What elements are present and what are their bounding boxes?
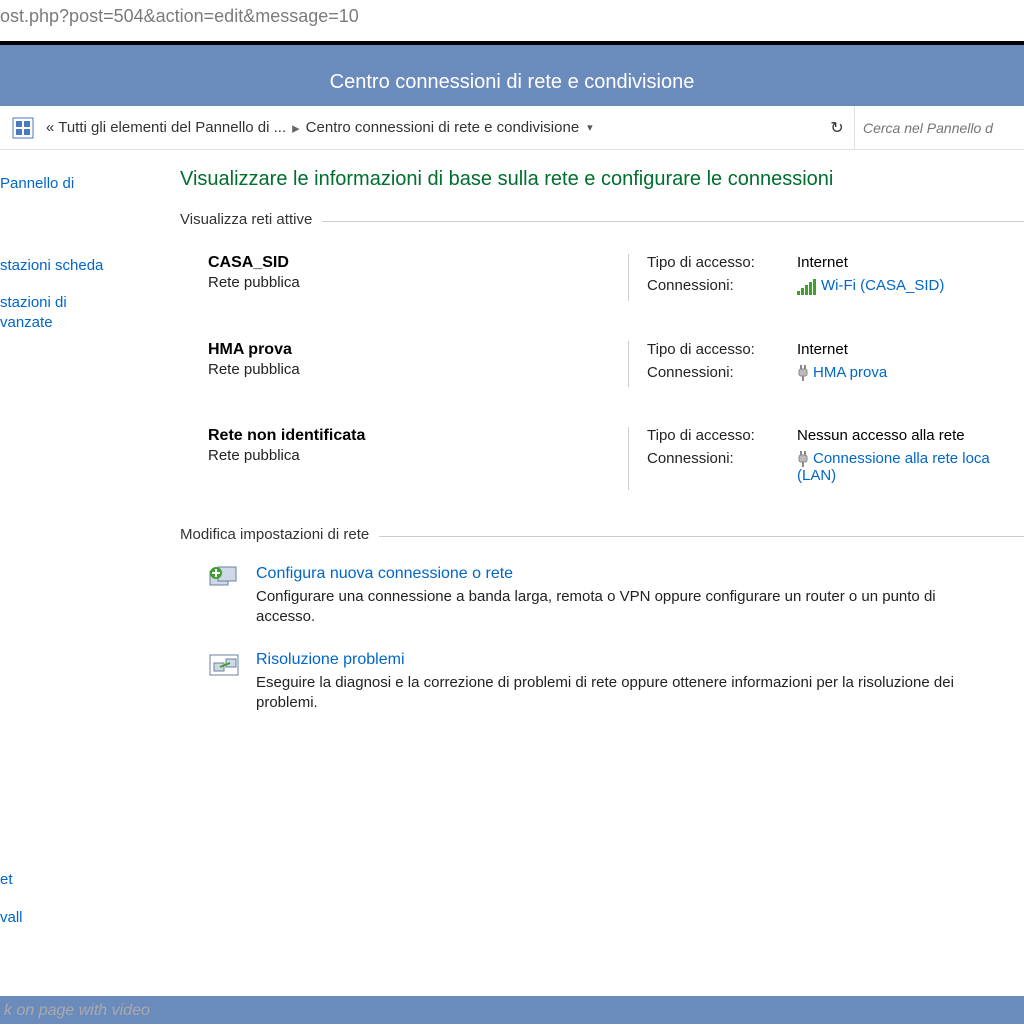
- access-type-value: Internet: [797, 341, 1024, 358]
- settings-link[interactable]: Risoluzione problemi: [256, 651, 405, 668]
- connections-label: Connessioni:: [647, 364, 797, 381]
- network-name: HMA prova: [208, 341, 628, 361]
- network-name: Rete non identificata: [208, 427, 628, 447]
- location-icon: [8, 113, 38, 143]
- access-type-value: Nessun accesso alla rete: [797, 427, 1024, 444]
- network-add-icon: [208, 565, 256, 628]
- sidebar-item-vall[interactable]: vall: [0, 908, 168, 928]
- sidebar: Pannello di stazioni scheda stazioni di …: [0, 150, 180, 1030]
- connection-link[interactable]: Connessione alla rete loca (LAN): [797, 450, 990, 484]
- network-settings-section-header: Modifica impostazioni di rete: [180, 526, 1024, 543]
- page-footer-text: k on page with video: [4, 1002, 150, 1020]
- sidebar-item-control-panel[interactable]: Pannello di: [0, 174, 168, 194]
- address-bar-row: « Tutti gli elementi del Pannello di ...…: [0, 106, 1024, 150]
- access-type-label: Tipo di accesso:: [647, 254, 797, 271]
- sidebar-item-advanced-settings[interactable]: stazioni di vanzate: [0, 293, 168, 332]
- connections-label: Connessioni:: [647, 277, 797, 295]
- access-type-value: Internet: [797, 254, 1024, 271]
- settings-entry: Risoluzione problemiEseguire la diagnosi…: [180, 651, 1024, 738]
- active-networks-section-header: Visualizza reti attive: [180, 211, 1024, 228]
- breadcrumb-root[interactable]: « Tutti gli elementi del Pannello di ...: [46, 119, 286, 136]
- chevron-down-icon[interactable]: ▾: [587, 121, 593, 134]
- page-heading: Visualizzare le informazioni di base sul…: [180, 168, 1024, 191]
- network-type: Rete pubblica: [208, 274, 628, 291]
- window-title: Centro connessioni di rete e condivision…: [0, 61, 1024, 106]
- breadcrumb[interactable]: « Tutti gli elementi del Pannello di ...…: [46, 119, 820, 137]
- network-type: Rete pubblica: [208, 447, 628, 464]
- access-type-label: Tipo di accesso:: [647, 427, 797, 444]
- sidebar-item-adapter-settings[interactable]: stazioni scheda: [0, 256, 168, 276]
- network-block: HMA provaRete pubblicaTipo di accesso:In…: [180, 337, 1024, 423]
- window-chrome-accent: [0, 45, 1024, 61]
- connection-link[interactable]: Wi-Fi (CASA_SID): [821, 277, 944, 294]
- sidebar-item-et[interactable]: et: [0, 870, 168, 890]
- settings-description: Eseguire la diagnosi e la correzione di …: [256, 669, 976, 714]
- network-type: Rete pubblica: [208, 361, 628, 378]
- taskbar-strip: [0, 996, 1024, 1024]
- connections-label: Connessioni:: [647, 450, 797, 484]
- settings-entry: Configura nuova connessione o reteConfig…: [180, 565, 1024, 652]
- breadcrumb-separator-icon: ▸: [292, 119, 300, 137]
- refresh-button[interactable]: ↻: [820, 118, 854, 138]
- access-type-label: Tipo di accesso:: [647, 341, 797, 358]
- settings-link[interactable]: Configura nuova connessione o rete: [256, 565, 513, 582]
- breadcrumb-current[interactable]: Centro connessioni di rete e condivision…: [306, 119, 580, 136]
- connection-link[interactable]: HMA prova: [813, 364, 887, 381]
- network-block: CASA_SIDRete pubblica Tipo di accesso:Int…: [180, 250, 1024, 337]
- network-block: Rete non identificataRete pubblica Tipo d…: [180, 423, 1024, 526]
- browser-url-fragment: ost.php?post=504&action=edit&message=10: [0, 0, 1024, 41]
- settings-description: Configurare una connessione a banda larg…: [256, 583, 976, 628]
- troubleshoot-icon: [208, 651, 256, 714]
- network-name: CASA_SID: [208, 254, 628, 274]
- search-input[interactable]: [854, 106, 1024, 149]
- main-content: Visualizzare le informazioni di base sul…: [180, 150, 1024, 1030]
